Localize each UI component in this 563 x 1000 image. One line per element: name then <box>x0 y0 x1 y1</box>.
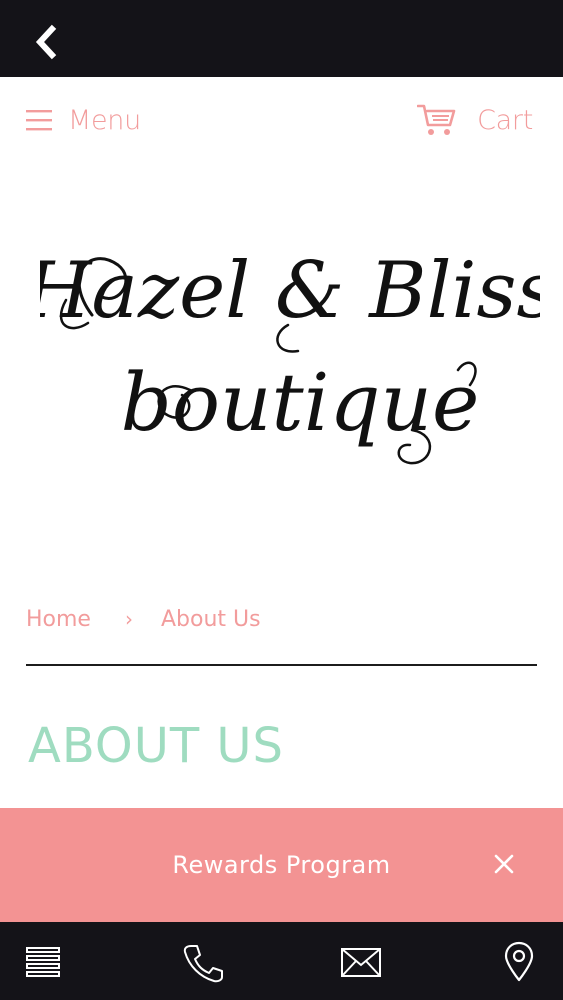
list-icon <box>26 947 60 977</box>
hamburger-icon <box>26 110 52 131</box>
breadcrumb-separator: › <box>124 607 133 631</box>
site-header: Menu Cart <box>0 77 563 161</box>
nav-mail-button[interactable] <box>339 940 383 984</box>
phone-icon <box>183 945 223 983</box>
chevron-left-icon <box>35 24 57 60</box>
mail-icon <box>341 948 381 977</box>
logo-line2: boutique <box>121 356 480 449</box>
page-title: ABOUT US <box>28 718 285 774</box>
cart-button[interactable]: Cart <box>417 101 533 139</box>
breadcrumb-home-link[interactable]: Home <box>26 607 91 632</box>
section-divider <box>26 664 537 666</box>
cart-label: Cart <box>477 104 533 136</box>
app-top-bar <box>0 0 563 77</box>
cart-icon <box>417 104 456 135</box>
location-pin-icon <box>504 941 534 982</box>
menu-button[interactable]: Menu <box>26 101 141 139</box>
boutique-logo[interactable]: Hazel & Bliss boutique <box>21 205 557 495</box>
menu-label: Menu <box>68 104 141 136</box>
rewards-banner: Rewards Program <box>0 808 563 922</box>
breadcrumb-current-link[interactable]: About Us <box>161 607 261 632</box>
bottom-nav <box>0 922 563 1000</box>
nav-location-button[interactable] <box>497 940 541 984</box>
rewards-close-button[interactable] <box>488 848 520 880</box>
nav-phone-button[interactable] <box>180 940 224 984</box>
breadcrumb: Home › About Us <box>26 603 261 635</box>
logo-line1: Hazel & Bliss <box>40 246 540 336</box>
close-icon <box>494 854 514 874</box>
nav-menu-button[interactable] <box>22 940 66 984</box>
back-button[interactable] <box>22 18 70 66</box>
rewards-program-button[interactable]: Rewards Program <box>0 808 563 922</box>
